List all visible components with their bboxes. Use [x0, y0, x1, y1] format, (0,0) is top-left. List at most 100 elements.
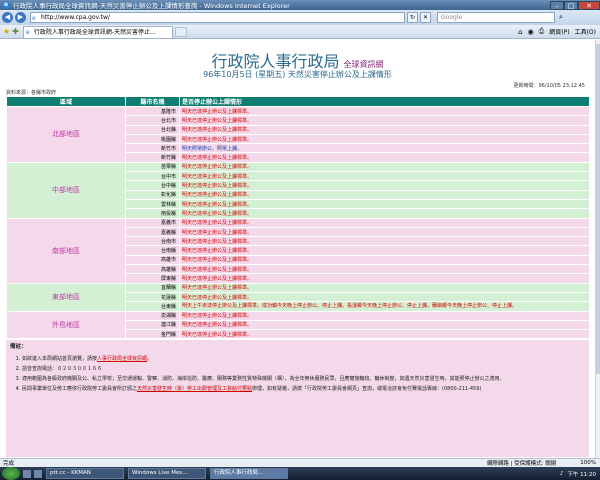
- county-cell: 雲林縣: [125, 198, 180, 210]
- status-bar: 完成 網際網路 | 受保護模式: 關閉 100%: [0, 458, 600, 467]
- table-row: 南部地區 嘉義市 明天已達停止辦公及上課標準。: [6, 217, 590, 284]
- page-subtitle: 96年10月5日 (星期五) 天然災害停止辦公及上課情形: [203, 70, 392, 79]
- status-text: 完成: [3, 461, 15, 467]
- table-row: 中部地區 苗栗縣 明天已達停止辦公及上課標準。: [6, 161, 590, 219]
- note-link[interactable]: 天然災害發生時（後）勞工出勤管理及工資給付要點: [137, 386, 252, 392]
- status-cell: 明天已達停止辦公及上課標準。: [179, 115, 590, 126]
- page-menu[interactable]: 網頁(P): [549, 27, 569, 36]
- county-cell: 台中市: [125, 171, 180, 182]
- county-cell: 桃園縣: [125, 133, 180, 145]
- status-cell: 明天已達停止辦公及上課標準。: [179, 226, 590, 238]
- status-cell: 明天已達停止辦公及上課標準。: [179, 291, 590, 303]
- url-input[interactable]: e http://www.cpa.gov.tw/: [30, 12, 405, 23]
- data-source: 資料來源：各縣市政府: [6, 90, 57, 96]
- region-cell: 外島地區: [6, 310, 126, 340]
- status-cell: 明天已達停止辦公及上課標準。: [179, 319, 590, 331]
- scroll-thumb[interactable]: [596, 44, 600, 374]
- zoom-level[interactable]: 100%: [580, 460, 596, 466]
- county-cell: 台南縣: [125, 245, 180, 256]
- close-button[interactable]: ✕: [578, 0, 600, 10]
- start-button[interactable]: [2, 467, 20, 480]
- notes-panel: 備註： 如欲進入本局網站首頁瀏覽，請按人事行政局全球資訊網。語音查詢電話：０２０…: [6, 340, 589, 457]
- refresh-icon[interactable]: ↻: [407, 12, 418, 23]
- county-cell: 花蓮縣: [125, 291, 180, 303]
- county-cell: 基隆市: [125, 105, 180, 117]
- quicklaunch-icon[interactable]: [23, 469, 31, 478]
- status-cell: 明天已達停止辦公及上課標準。: [179, 189, 590, 200]
- page-icon: e: [32, 15, 36, 22]
- print-icon[interactable]: ⎙: [539, 27, 545, 36]
- status-table: 區域 縣市名稱 是否停止辦公上課情形 北部地區 基隆市 明天已達停止辦公及上課標準。…: [6, 96, 590, 340]
- status-cell: 明天已達停止辦公及上課標準。: [179, 171, 590, 182]
- status-cell: 明天上午未達停止辦公及上課標準。成功鎮今天晚上停止辦公、停止上課。長濱鄉今天晚上…: [179, 301, 590, 312]
- stop-icon[interactable]: ✕: [420, 12, 431, 23]
- browser-window: e 行政院人事行政局全球資訊網-天然災害停止辦公及上課情形查詢 - Window…: [0, 0, 600, 480]
- search-icon[interactable]: ⌕: [556, 12, 566, 23]
- search-input[interactable]: Google: [437, 12, 555, 23]
- volume-icon[interactable]: ♪: [560, 471, 564, 477]
- county-cell: 高雄市: [125, 254, 180, 266]
- tab-current[interactable]: e 行政院人事行政局全球資訊網-天然災害停止...: [22, 25, 173, 38]
- status-cell: 明天已達停止辦公及上課標準。: [179, 161, 590, 173]
- window-title: 行政院人事行政局全球資訊網-天然災害停止辦公及上課情形查詢 - Windows …: [13, 2, 290, 10]
- status-cell: 明天已達停止辦公及上課標準。: [179, 310, 590, 321]
- county-cell: 苗栗縣: [125, 161, 180, 173]
- header-region: 區域: [6, 96, 126, 107]
- taskbar-item[interactable]: Windows Live Mes...: [128, 468, 206, 479]
- county-cell: 彰化縣: [125, 189, 180, 200]
- county-cell: 台北縣: [125, 124, 180, 135]
- tools-menu[interactable]: 工具(O): [575, 27, 596, 36]
- note-link[interactable]: 人事行政局全球資訊網: [97, 356, 147, 362]
- region-cell: 北部地區: [6, 106, 126, 163]
- county-cell: 金門縣: [125, 329, 180, 340]
- system-tray: ♪ 下午 11:20: [560, 470, 596, 478]
- tab-page-icon: e: [25, 28, 30, 36]
- favorites-icon[interactable]: ★: [3, 27, 10, 36]
- county-cell: 連江縣: [125, 319, 180, 331]
- ie-icon: e: [2, 1, 10, 9]
- vertical-scrollbar[interactable]: [595, 40, 600, 458]
- status-cell: 明天已達停止辦公及上課標準。: [179, 273, 590, 284]
- status-cell: 明天已達停止辦公及上課標準。: [179, 217, 590, 228]
- table-row: 外島地區 澎湖縣 明天已達停止辦公及上課標準。: [6, 310, 590, 340]
- status-cell: 明天已達停止辦公及上課標準。: [179, 124, 590, 135]
- region-cell: 中部地區: [6, 161, 126, 219]
- tab-bar: ★ ✚ e 行政院人事行政局全球資訊網-天然災害停止... ⌂ ◉ ⎙ 網頁(P…: [0, 25, 600, 39]
- update-time: 更新時間：96/10/05 23:12:45: [513, 83, 585, 89]
- table-row: 東部地區 宜蘭縣 明天已達停止辦公及上課標準。: [6, 282, 590, 312]
- forward-button[interactable]: ▶: [15, 12, 26, 23]
- title-bar: e 行政院人事行政局全球資訊網-天然災害停止辦公及上課情形查詢 - Window…: [0, 0, 600, 10]
- notes-list: 如欲進入本局網站首頁瀏覽，請按人事行政局全球資訊網。語音查詢電話：０２０３００１…: [22, 356, 585, 393]
- county-cell: 宜蘭縣: [125, 282, 180, 293]
- county-cell: 台北市: [125, 115, 180, 126]
- maximize-button[interactable]: □: [564, 0, 578, 10]
- note-text: 適用範圍為各級政府機關及公、私立學校；至交通運輸、警察、消防、海岸巡防、醫療、關…: [22, 376, 505, 382]
- county-cell: 嘉義縣: [125, 226, 180, 238]
- quicklaunch-icon[interactable]: [34, 469, 42, 478]
- address-bar: ◀ ▶ e http://www.cpa.gov.tw/ ↻ ✕ Google …: [0, 10, 600, 25]
- security-zone: 網際網路 | 受保護模式: 關閉: [486, 461, 557, 467]
- taskbar-item[interactable]: ptt.cc - KKMAN: [46, 468, 124, 479]
- note-text-after: 。: [147, 356, 153, 362]
- status-cell: 明天已達停止辦公及上課標準。: [179, 208, 590, 219]
- site-title: 全球資訊網: [343, 60, 384, 69]
- note-text-after: 辦理，如有疑義，請按「行政院勞工委員會網頁」查詢，或電洽該會免付費電話專線：(0…: [252, 386, 482, 392]
- status-cell: 明天已達停止辦公及上課標準。: [179, 180, 590, 191]
- county-cell: 南投縣: [125, 208, 180, 219]
- region-cell: 東部地區: [6, 282, 126, 312]
- taskbar-item[interactable]: 行政院人事行政局...: [210, 468, 288, 479]
- back-button[interactable]: ◀: [2, 12, 13, 23]
- home-icon[interactable]: ⌂: [518, 28, 522, 36]
- status-cell: 明天已達停止辦公及上課標準。: [179, 105, 590, 117]
- note-item: 適用範圍為各級政府機關及公、私立學校；至交通運輸、警察、消防、海岸巡防、醫療、關…: [22, 376, 585, 383]
- new-tab-button[interactable]: [174, 26, 187, 37]
- status-cell: 明天已達停止辦公及上課標準。: [179, 198, 590, 210]
- county-cell: 屏東縣: [125, 273, 180, 284]
- county-cell: 嘉義市: [125, 217, 180, 228]
- feeds-icon[interactable]: ◉: [528, 28, 534, 36]
- add-favorites-icon[interactable]: ✚: [12, 27, 19, 36]
- header-status: 是否停止辦公上課情形: [179, 96, 590, 107]
- minimize-button[interactable]: –: [550, 0, 564, 10]
- county-cell: 台中縣: [125, 180, 180, 191]
- note-item: 如欲進入本局網站首頁瀏覽，請按人事行政局全球資訊網。: [22, 356, 585, 363]
